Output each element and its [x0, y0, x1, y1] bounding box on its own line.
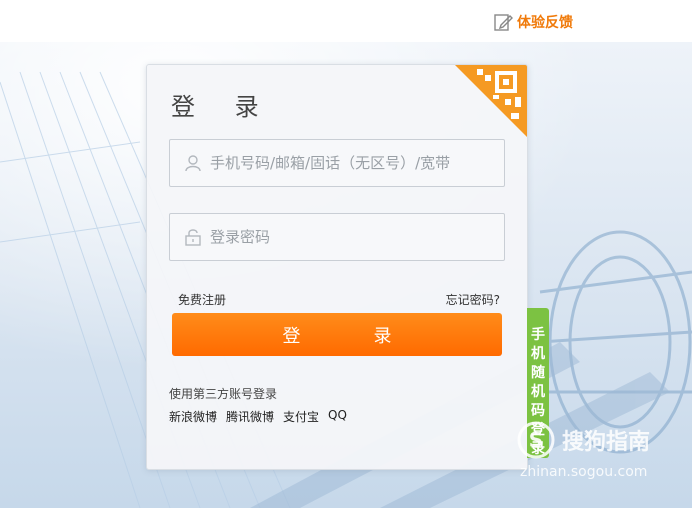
tab-char: 手 [531, 327, 545, 343]
sogou-logo-icon: S [517, 421, 555, 459]
tab-char: 机 [531, 384, 545, 400]
qq-link[interactable]: QQ [328, 408, 347, 425]
account-field[interactable] [169, 139, 505, 187]
watermark-title: 搜狗指南 [562, 430, 651, 455]
alipay-link[interactable]: 支付宝 [283, 408, 319, 425]
register-link[interactable]: 免费注册 [178, 291, 226, 308]
weibo-sina-link[interactable]: 新浪微博 [169, 408, 217, 425]
third-party-title: 使用第三方账号登录 [169, 387, 278, 401]
feedback-link[interactable]: 体验反馈 [493, 12, 573, 32]
tab-char: 机 [531, 346, 545, 362]
qrcode-icon[interactable] [455, 65, 527, 137]
login-panel: 登 录 免费注册 忘记密码? 登 录 使用第三方账号登录 新浪微博 腾讯微博 支… [146, 64, 528, 470]
weibo-tencent-link[interactable]: 腾讯微博 [226, 408, 274, 425]
tab-char: 码 [531, 403, 545, 419]
feedback-label: 体验反馈 [517, 15, 573, 31]
edit-icon [494, 14, 513, 31]
top-bar: 体验反馈 [0, 0, 692, 42]
svg-text:S: S [529, 428, 543, 452]
password-input[interactable] [208, 227, 502, 247]
watermark-url: zhinan.sogou.com [520, 464, 648, 480]
user-icon [185, 155, 201, 172]
lock-icon [185, 229, 201, 246]
password-field[interactable] [169, 213, 505, 261]
watermark: S 搜狗指南 zhinan.sogou.com [516, 420, 676, 490]
account-input[interactable] [208, 153, 502, 173]
tab-char: 随 [531, 365, 545, 381]
forgot-password-link[interactable]: 忘记密码? [446, 291, 500, 308]
page-title: 登 录 [171, 93, 275, 121]
third-party-list: 新浪微博 腾讯微博 支付宝 QQ [169, 408, 347, 425]
login-button[interactable]: 登 录 [172, 313, 502, 356]
account-links: 免费注册 忘记密码? [178, 291, 500, 308]
